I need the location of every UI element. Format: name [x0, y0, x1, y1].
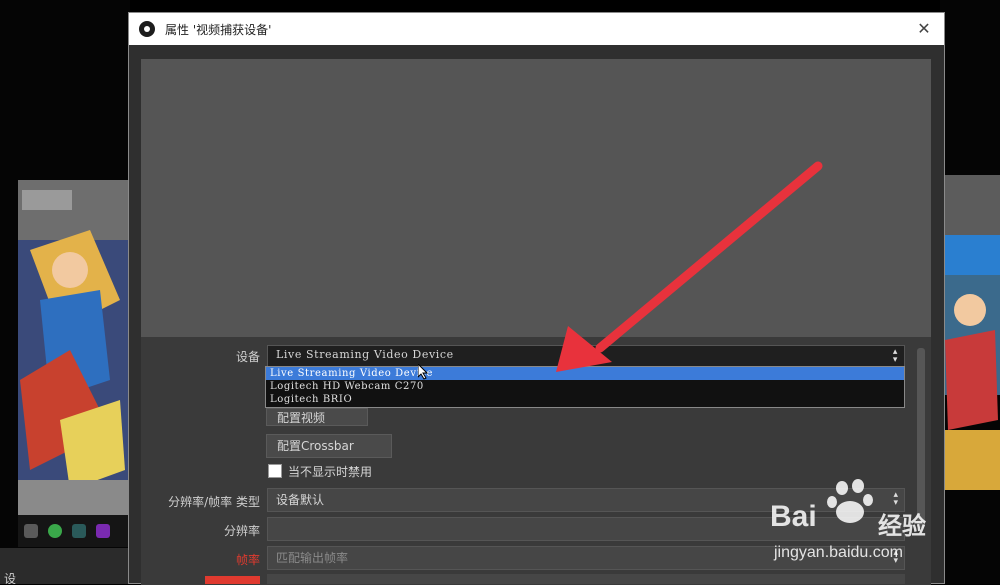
baidu-watermark: Bai 经验 jingyan.baidu.com — [770, 478, 1000, 578]
baidu-url: jingyan.baidu.com — [774, 544, 903, 561]
baidu-paw-logo-icon — [827, 479, 873, 523]
baidu-brand-suffix: 经验 — [878, 512, 926, 540]
baidu-brand: Bai — [770, 500, 817, 533]
